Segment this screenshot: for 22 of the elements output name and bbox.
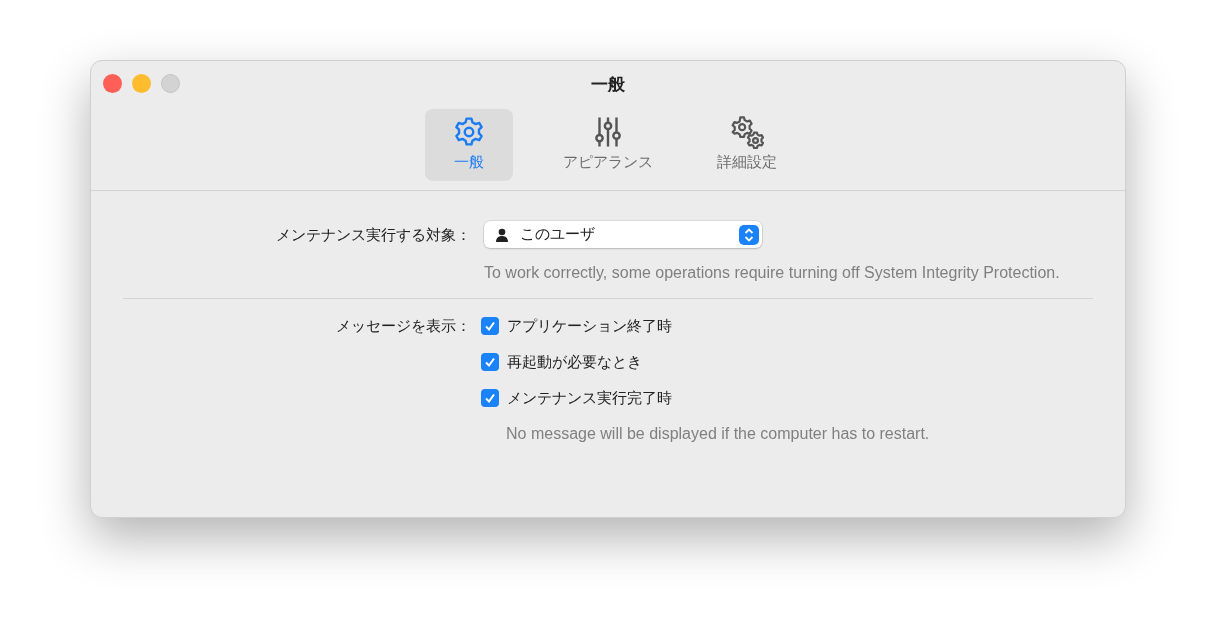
close-button[interactable] [103,74,122,93]
field-label: メッセージを表示： [336,315,471,336]
checkbox[interactable] [481,353,499,371]
help-text: No message will be displayed if the computer has to restart. [506,424,931,444]
gears-icon [730,115,764,150]
stepper-icon [739,224,759,245]
checkbox[interactable] [481,389,499,407]
checkbox-label: アプリケーション終了時 [507,315,672,336]
checkmark-icon [484,392,496,404]
toolbar-tab[interactable]: アピアランス [557,108,659,181]
checkbox-label: メンテナンス実行完了時 [507,387,672,408]
toolbar-tab[interactable]: 一般 [425,108,513,181]
user-select[interactable]: このユーザ [484,221,762,248]
checkmark-icon [484,320,496,332]
window-title: 一般 [591,74,625,96]
checkbox-label: 再起動が必要なとき [507,351,642,372]
person-icon [494,226,510,243]
toolbar-tab[interactable]: 詳細設定 [703,108,791,181]
checkmark-icon [484,356,496,368]
help-text: To work correctly, some operations require turning off System Integrity Protection. [484,263,1061,283]
checkbox[interactable] [481,317,499,335]
field-label: メンテナンス実行する対象： [276,224,471,245]
